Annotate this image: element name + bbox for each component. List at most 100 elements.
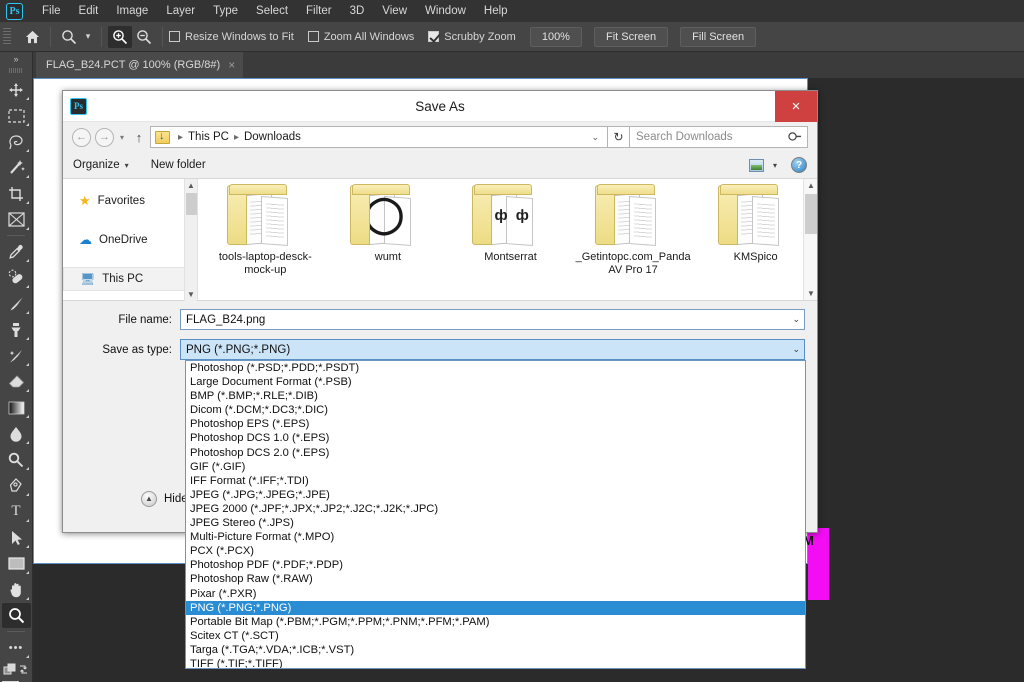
sidebar-item-onedrive[interactable]: ☁ OneDrive bbox=[63, 228, 197, 252]
breadcrumb-this-pc[interactable]: This PC bbox=[187, 131, 230, 143]
zoom-in-icon[interactable] bbox=[108, 26, 132, 48]
magic-wand-tool[interactable] bbox=[2, 155, 31, 180]
home-icon[interactable] bbox=[20, 26, 44, 48]
zoom-tool[interactable] bbox=[2, 603, 31, 628]
file-name-input[interactable]: FLAG_B24.png ⌄ bbox=[180, 309, 805, 330]
move-tool[interactable] bbox=[2, 77, 31, 102]
chevron-down-icon[interactable]: ⌄ bbox=[792, 314, 800, 325]
dropdown-option[interactable]: Photoshop (*.PSD;*.PDD;*.PSDT) bbox=[186, 361, 805, 375]
close-icon[interactable]: × bbox=[228, 58, 235, 72]
view-chevron-down-icon[interactable]: ▾ bbox=[773, 161, 777, 170]
pen-tool[interactable] bbox=[2, 473, 31, 498]
tools-panel-grip[interactable] bbox=[9, 68, 23, 73]
breadcrumb-downloads[interactable]: Downloads bbox=[243, 131, 302, 143]
default-colors-icon[interactable] bbox=[2, 661, 31, 679]
options-bar-grip[interactable] bbox=[3, 28, 11, 46]
address-bar[interactable]: ▸ This PC ▸ Downloads ⌄ bbox=[150, 126, 608, 148]
scroll-down-icon[interactable]: ▼ bbox=[187, 288, 195, 301]
zoom-100-button[interactable]: 100% bbox=[530, 27, 582, 47]
sidebar-item-this-pc[interactable]: 🖥 This PC bbox=[63, 267, 197, 291]
dropdown-option[interactable]: Scitex CT (*.SCT) bbox=[186, 629, 805, 643]
zoom-all-windows-checkbox[interactable]: Zoom All Windows bbox=[308, 31, 414, 43]
dropdown-option[interactable]: Large Document Format (*.PSB) bbox=[186, 375, 805, 389]
recent-locations-icon[interactable]: ▾ bbox=[114, 133, 130, 142]
menu-help[interactable]: Help bbox=[475, 2, 517, 20]
rectangular-marquee-tool[interactable] bbox=[2, 103, 31, 128]
dropdown-option[interactable]: Multi-Picture Format (*.MPO) bbox=[186, 530, 805, 544]
list-item[interactable]: ф ф Montserrat bbox=[449, 185, 572, 277]
edit-toolbar-icon[interactable]: ••• bbox=[2, 635, 31, 660]
resize-windows-to-fit-checkbox[interactable]: Resize Windows to Fit bbox=[169, 31, 294, 43]
menu-window[interactable]: Window bbox=[416, 2, 475, 20]
dropdown-option[interactable]: JPEG (*.JPG;*.JPEG;*.JPE) bbox=[186, 488, 805, 502]
eyedropper-tool[interactable] bbox=[2, 239, 31, 264]
menu-3d[interactable]: 3D bbox=[341, 2, 374, 20]
dropdown-option[interactable]: IFF Format (*.IFF;*.TDI) bbox=[186, 474, 805, 488]
document-tab[interactable]: FLAG_B24.PCT @ 100% (RGB/8#) × bbox=[36, 52, 243, 78]
save-as-type-select[interactable]: PNG (*.PNG;*.PNG) ⌄ bbox=[180, 339, 805, 360]
dropdown-option[interactable]: TIFF (*.TIF;*.TIFF) bbox=[186, 657, 805, 669]
dropdown-option[interactable]: Targa (*.TGA;*.VDA;*.ICB;*.VST) bbox=[186, 643, 805, 657]
forward-button[interactable]: → bbox=[95, 128, 114, 147]
hand-tool[interactable] bbox=[2, 577, 31, 602]
refresh-icon[interactable]: ↻ bbox=[608, 126, 630, 148]
scrollbar-thumb[interactable] bbox=[186, 193, 197, 215]
file-list-pane[interactable]: tools-laptop-desck-mock-up ◯ wumt bbox=[198, 179, 817, 300]
list-item[interactable]: ◯ wumt bbox=[327, 185, 450, 277]
menu-view[interactable]: View bbox=[373, 2, 416, 20]
clone-stamp-tool[interactable] bbox=[2, 317, 31, 342]
sidebar-item-favorites[interactable]: ★ Favorites bbox=[63, 189, 197, 213]
scroll-up-icon[interactable]: ▲ bbox=[807, 181, 815, 190]
dropdown-option[interactable]: Photoshop DCS 2.0 (*.EPS) bbox=[186, 446, 805, 460]
dropdown-option[interactable]: Photoshop PDF (*.PDF;*.PDP) bbox=[186, 558, 805, 572]
dropdown-option[interactable]: PNG (*.PNG;*.PNG) bbox=[186, 601, 805, 615]
list-item[interactable]: tools-laptop-desck-mock-up bbox=[204, 185, 327, 277]
dropdown-option[interactable]: PCX (*.PCX) bbox=[186, 544, 805, 558]
save-as-type-dropdown[interactable]: Photoshop (*.PSD;*.PDD;*.PSDT)Large Docu… bbox=[185, 360, 806, 669]
file-list-scrollbar[interactable]: ▲ ▼ bbox=[803, 179, 817, 300]
fit-screen-button[interactable]: Fit Screen bbox=[594, 27, 668, 47]
menu-image[interactable]: Image bbox=[107, 2, 157, 20]
menu-filter[interactable]: Filter bbox=[297, 2, 341, 20]
search-input[interactable]: Search Downloads bbox=[630, 126, 808, 148]
chevron-down-icon[interactable]: ⌄ bbox=[585, 132, 605, 143]
scroll-down-icon[interactable]: ▼ bbox=[807, 289, 815, 298]
lasso-tool[interactable] bbox=[2, 129, 31, 154]
dropdown-option[interactable]: GIF (*.GIF) bbox=[186, 460, 805, 474]
dropdown-option[interactable]: Photoshop DCS 1.0 (*.EPS) bbox=[186, 431, 805, 445]
gradient-tool[interactable] bbox=[2, 395, 31, 420]
blur-tool[interactable] bbox=[2, 421, 31, 446]
brush-tool[interactable] bbox=[2, 291, 31, 316]
scrollbar-thumb[interactable] bbox=[805, 194, 817, 234]
menu-edit[interactable]: Edit bbox=[70, 2, 108, 20]
dropdown-option[interactable]: Pixar (*.PXR) bbox=[186, 587, 805, 601]
frame-tool[interactable] bbox=[2, 207, 31, 232]
scroll-up-icon[interactable]: ▲ bbox=[187, 179, 195, 192]
chevron-down-icon[interactable]: ▾ bbox=[81, 26, 95, 48]
dropdown-option[interactable]: Photoshop EPS (*.EPS) bbox=[186, 417, 805, 431]
up-one-level-button[interactable]: ↑ bbox=[130, 130, 148, 145]
organize-button[interactable]: Organize ▾ bbox=[73, 159, 129, 171]
close-icon[interactable]: × bbox=[775, 91, 817, 122]
search-icon[interactable] bbox=[785, 127, 804, 146]
spot-healing-brush-tool[interactable] bbox=[2, 265, 31, 290]
menu-type[interactable]: Type bbox=[204, 2, 247, 20]
dropdown-option[interactable]: JPEG Stereo (*.JPS) bbox=[186, 516, 805, 530]
history-brush-tool[interactable] bbox=[2, 343, 31, 368]
eraser-tool[interactable] bbox=[2, 369, 31, 394]
help-icon[interactable]: ? bbox=[791, 157, 807, 173]
crop-tool[interactable] bbox=[2, 181, 31, 206]
back-button[interactable]: ← bbox=[72, 128, 91, 147]
nav-pane-scrollbar[interactable]: ▲ ▼ bbox=[184, 179, 197, 301]
dropdown-option[interactable]: Dicom (*.DCM;*.DC3;*.DIC) bbox=[186, 403, 805, 417]
dropdown-option[interactable]: Portable Bit Map (*.PBM;*.PGM;*.PPM;*.PN… bbox=[186, 615, 805, 629]
collapse-panel-icon[interactable]: » bbox=[0, 52, 32, 66]
dodge-tool[interactable] bbox=[2, 447, 31, 472]
fill-screen-button[interactable]: Fill Screen bbox=[680, 27, 756, 47]
dropdown-option[interactable]: JPEG 2000 (*.JPF;*.JPX;*.JP2;*.J2C;*.J2K… bbox=[186, 502, 805, 516]
dialog-title-bar[interactable]: Ps Save As × bbox=[63, 91, 817, 122]
menu-file[interactable]: File bbox=[33, 2, 70, 20]
type-tool[interactable]: T bbox=[2, 499, 31, 524]
list-item[interactable]: KMSpico bbox=[694, 185, 817, 277]
menu-layer[interactable]: Layer bbox=[157, 2, 204, 20]
